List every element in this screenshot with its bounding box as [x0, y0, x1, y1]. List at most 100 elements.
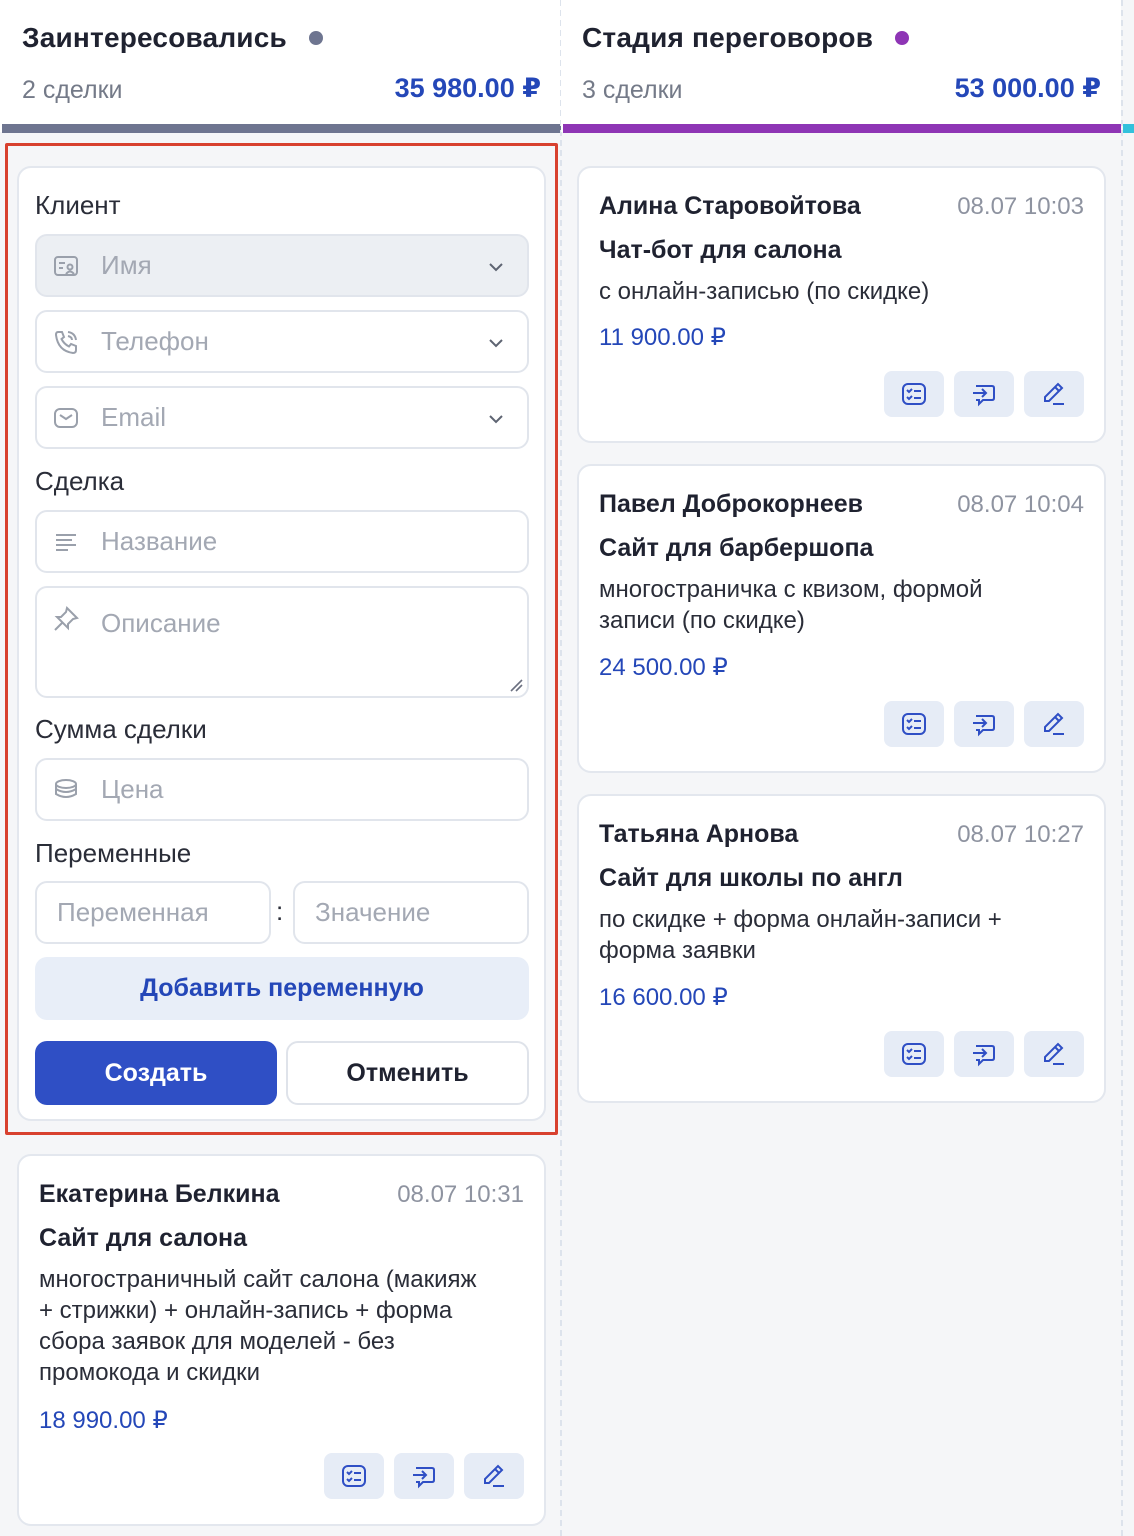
stage-color-bar [563, 124, 1121, 133]
deal-section-label: Сделка [35, 466, 125, 496]
deal-title-input[interactable]: Название [35, 510, 529, 573]
phone-icon [51, 327, 81, 357]
deal-actions [324, 1453, 524, 1499]
pencil-icon [1044, 1042, 1064, 1065]
client-email-placeholder: Email [101, 402, 167, 432]
deal-title: Сайт для салона [39, 1224, 248, 1252]
chevron-down-icon [489, 339, 503, 348]
deal-title: Чат-бот для салона [599, 236, 842, 264]
variable-name-input[interactable]: Переменная [35, 881, 271, 944]
pencil-icon [1044, 712, 1064, 735]
pin-icon [51, 604, 81, 634]
deal-title: Сайт для школы по англ [599, 864, 903, 892]
edit-button[interactable] [1024, 371, 1084, 417]
new-deal-form: Клиент Имя Телефон Email Сделка Название… [17, 166, 546, 1121]
task-list-icon [902, 383, 926, 405]
deal-card[interactable]: Екатерина Белкина 08.07 10:31 Сайт для с… [17, 1154, 546, 1526]
client-name: Павел Доброкорнеев [599, 490, 864, 518]
task-list-icon [342, 1465, 366, 1487]
message-button[interactable] [954, 701, 1014, 747]
task-list-icon [902, 713, 926, 735]
tasks-button[interactable] [324, 1453, 384, 1499]
message-button[interactable] [954, 1031, 1014, 1077]
stage-color-dot [895, 31, 910, 45]
client-phone-select[interactable]: Телефон [35, 310, 529, 373]
client-name-select[interactable]: Имя [35, 234, 529, 297]
deal-card[interactable]: Павел Доброкорнеев 08.07 10:04 Сайт для … [577, 464, 1106, 773]
text-lines-icon [51, 527, 81, 557]
deal-description: многостраничка с квизом, формой записи (… [599, 576, 983, 634]
client-name: Татьяна Арнова [599, 820, 799, 848]
deals-count: 2 сделки [22, 76, 123, 104]
deal-actions [884, 371, 1084, 417]
create-button[interactable]: Создать [35, 1041, 277, 1105]
deal-price: 24 500.00 ₽ [599, 654, 728, 681]
tasks-button[interactable] [884, 1031, 944, 1077]
stage-color-bar [2, 124, 561, 133]
deal-description-textarea[interactable]: Описание [35, 586, 529, 698]
chat-arrow-icon [973, 1045, 995, 1067]
column-negotiation: Стадия переговоров 3 сделки 53 000.00 ₽ … [561, 0, 1121, 1536]
deal-actions [884, 701, 1084, 747]
task-list-icon [902, 1043, 926, 1065]
client-phone-placeholder: Телефон [101, 326, 209, 356]
pencil-icon [484, 1464, 504, 1487]
variables-section-label: Переменные [35, 838, 192, 868]
edit-button[interactable] [1024, 1031, 1084, 1077]
deals-sum: 35 980.00 ₽ [394, 73, 541, 103]
chat-arrow-icon [973, 385, 995, 407]
deal-price: 16 600.00 ₽ [599, 984, 728, 1011]
coins-icon [51, 775, 81, 805]
chevron-down-icon [489, 415, 503, 424]
edit-button[interactable] [1024, 701, 1084, 747]
deal-timestamp: 08.07 10:03 [957, 193, 1084, 220]
deal-description: по скидке + форма онлайн-записи + форма … [599, 906, 1002, 964]
column-title: Стадия переговоров [582, 22, 910, 54]
message-button[interactable] [394, 1453, 454, 1499]
deal-card[interactable]: Татьяна Арнова 08.07 10:27 Сайт для школ… [577, 794, 1106, 1103]
client-name: Алина Старовойтова [599, 192, 861, 220]
deal-timestamp: 08.07 10:27 [957, 821, 1084, 848]
client-email-select[interactable]: Email [35, 386, 529, 449]
deal-price: 18 990.00 ₽ [39, 1407, 168, 1434]
edit-button[interactable] [464, 1453, 524, 1499]
column-title: Заинтересовались [22, 22, 323, 54]
deal-description: многостраничный сайт салона (макияж + ст… [39, 1266, 477, 1386]
deals-count: 3 сделки [582, 76, 683, 104]
deal-timestamp: 08.07 10:31 [397, 1181, 524, 1208]
deal-price: 11 900.00 ₽ [599, 324, 726, 351]
mail-icon [51, 403, 81, 433]
next-column-color-bar [1123, 124, 1134, 133]
client-name: Екатерина Белкина [39, 1180, 280, 1208]
variable-value-input[interactable]: Значение [293, 881, 529, 944]
column-header: Заинтересовались 2 сделки 35 980.00 ₽ [0, 0, 561, 132]
deal-title-placeholder: Название [101, 526, 218, 556]
pencil-icon [1044, 382, 1064, 405]
column-divider [1121, 0, 1123, 1536]
deal-card[interactable]: Алина Старовойтова 08.07 10:03 Чат-бот д… [577, 166, 1106, 443]
stage-color-dot [308, 31, 323, 45]
client-name-placeholder: Имя [101, 250, 152, 280]
deal-price-input[interactable]: Цена [35, 758, 529, 821]
chevron-down-icon [489, 263, 503, 272]
cancel-button[interactable]: Отменить [286, 1041, 529, 1105]
message-button[interactable] [954, 371, 1014, 417]
deal-price-placeholder: Цена [101, 774, 164, 804]
amount-section-label: Сумма сделки [35, 714, 207, 744]
client-section-label: Клиент [35, 190, 121, 220]
contact-card-icon [51, 251, 81, 281]
deal-actions [884, 1031, 1084, 1077]
tasks-button[interactable] [884, 701, 944, 747]
deal-timestamp: 08.07 10:04 [957, 491, 1084, 518]
add-variable-button[interactable]: Добавить переменную [35, 957, 529, 1020]
deal-description-placeholder: Описание [101, 608, 221, 638]
variable-value-placeholder: Значение [315, 897, 431, 927]
variable-name-placeholder: Переменная [57, 897, 209, 927]
deal-description: с онлайн-записью (по скидке) [599, 278, 930, 305]
deal-title: Сайт для барбершопа [599, 534, 874, 562]
tasks-button[interactable] [884, 371, 944, 417]
column-header: Стадия переговоров 3 сделки 53 000.00 ₽ [561, 0, 1121, 132]
resize-grip-icon[interactable] [508, 677, 524, 693]
variable-separator: : [276, 896, 284, 926]
chat-arrow-icon [413, 1467, 435, 1489]
